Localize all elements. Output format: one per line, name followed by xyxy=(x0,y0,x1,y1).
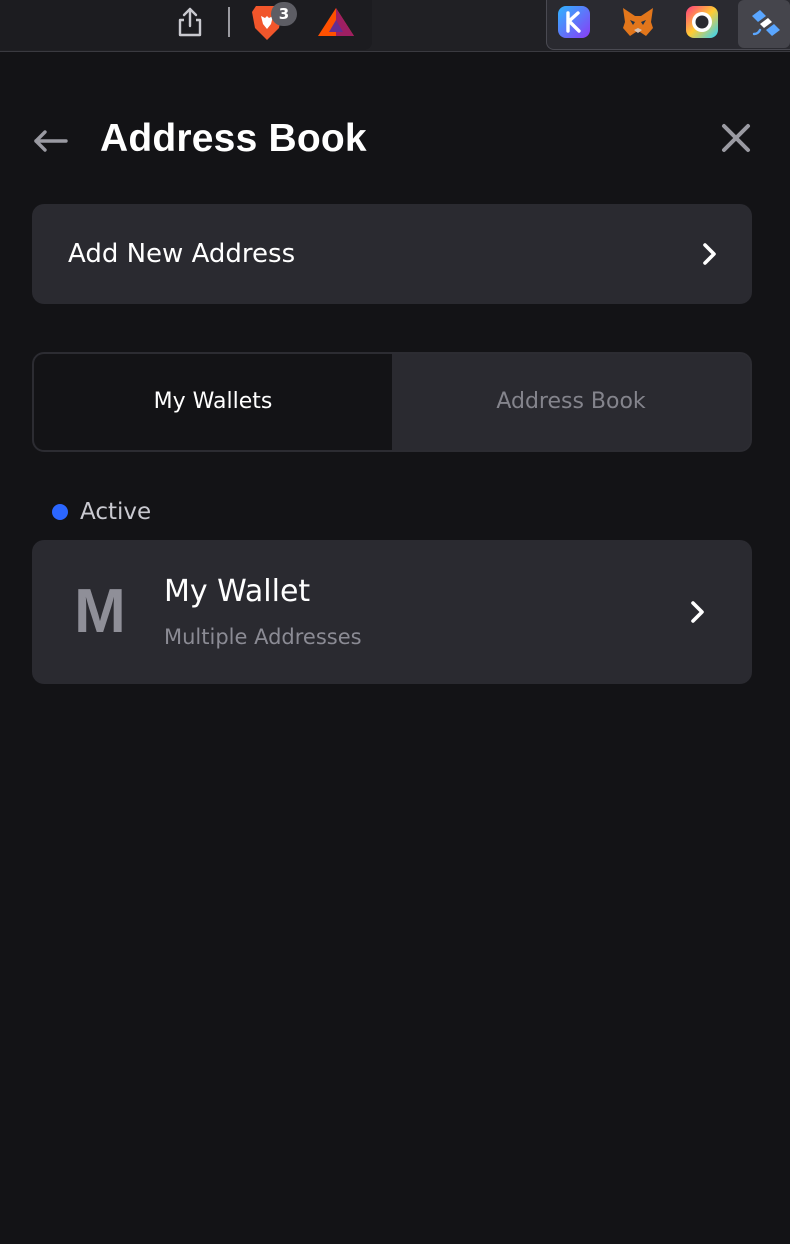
chevron-right-icon xyxy=(703,243,716,265)
browser-toolbar: 3 xyxy=(0,0,790,52)
close-icon[interactable] xyxy=(718,120,754,156)
brave-shields-badge: 3 xyxy=(271,2,297,26)
add-new-address-label: Add New Address xyxy=(68,239,296,269)
circle-extension-icon[interactable] xyxy=(685,6,719,38)
tab-address-book[interactable]: Address Book xyxy=(392,354,750,450)
share-icon[interactable] xyxy=(176,6,204,38)
toolbar-divider xyxy=(228,7,230,37)
satellite-extension-icon[interactable] xyxy=(748,6,784,40)
metamask-fox-icon[interactable] xyxy=(620,6,656,38)
wallet-avatar: M xyxy=(74,577,126,646)
tab-my-wallets[interactable]: My Wallets xyxy=(34,354,392,450)
bat-rewards-icon[interactable] xyxy=(316,6,356,38)
active-status-dot xyxy=(52,504,68,520)
arrow-left-icon[interactable] xyxy=(30,124,70,158)
wallet-subtitle: Multiple Addresses xyxy=(164,625,362,649)
chevron-right-icon xyxy=(691,601,704,623)
wallet-name: My Wallet xyxy=(164,574,311,609)
keplr-icon[interactable] xyxy=(557,6,591,38)
active-section-label: Active xyxy=(80,499,152,525)
add-new-address-button[interactable]: Add New Address xyxy=(32,204,752,304)
wallet-tabs: My Wallets Address Book xyxy=(32,352,752,452)
page-title: Address Book xyxy=(100,117,367,160)
wallet-list-item[interactable]: M My Wallet Multiple Addresses xyxy=(32,540,752,684)
